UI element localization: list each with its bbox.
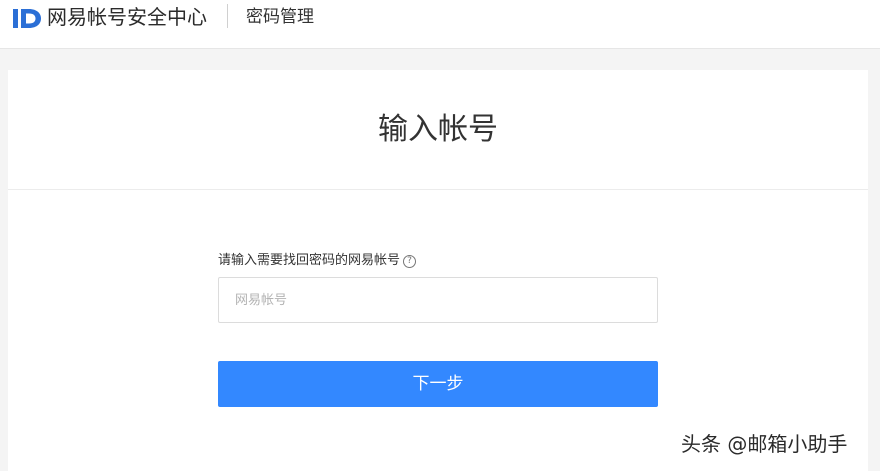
account-input[interactable] xyxy=(218,277,658,323)
netease-id-logo-icon[interactable] xyxy=(12,4,44,30)
top-header: 网易帐号安全中心 密码管理 xyxy=(0,0,880,49)
section-title: 密码管理 xyxy=(246,7,314,27)
header-divider xyxy=(227,4,228,28)
page-title: 输入帐号 xyxy=(378,112,498,147)
main-card: 输入帐号 请输入需要找回密码的网易帐号 ? 下一步 xyxy=(8,70,868,471)
title-divider xyxy=(8,189,868,190)
brand-name[interactable]: 网易帐号安全中心 xyxy=(47,3,207,31)
next-button[interactable]: 下一步 xyxy=(218,361,658,407)
question-circle-icon[interactable]: ? xyxy=(403,254,417,268)
watermark: 头条 @邮箱小助手 xyxy=(681,432,848,456)
account-field-label-text: 请输入需要找回密码的网易帐号 xyxy=(218,253,401,268)
account-field-label: 请输入需要找回密码的网易帐号 ? xyxy=(218,252,417,270)
